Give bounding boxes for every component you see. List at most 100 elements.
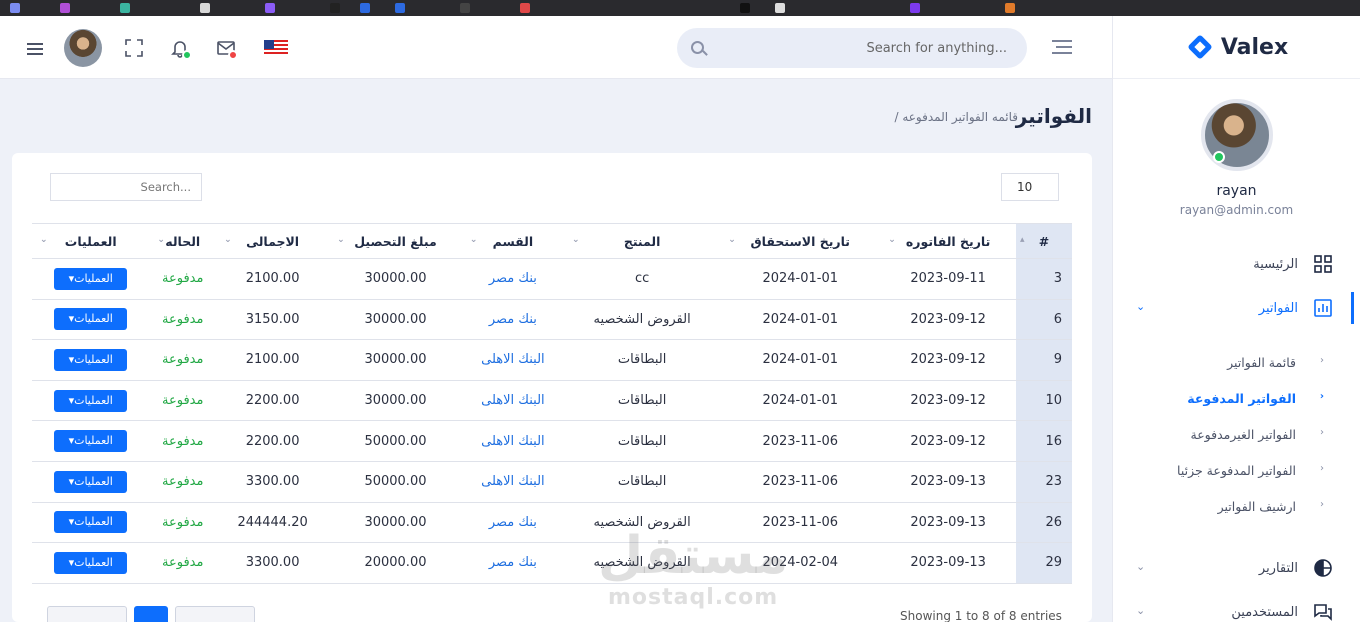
due-date: 2024-02-04 xyxy=(720,542,881,584)
sidebar-item-label: المستخدمين xyxy=(1231,604,1298,620)
user-avatar[interactable] xyxy=(1200,99,1273,171)
operations-dropdown-button[interactable]: العمليات▾ xyxy=(54,348,128,371)
operations-dropdown-button[interactable]: العمليات▾ xyxy=(54,470,128,493)
department-link[interactable]: بنك مصر xyxy=(461,258,564,300)
total-amount: 2100.00 xyxy=(216,339,330,381)
sidebar-subitem-invoice-archive[interactable]: › ارشيف الفواتير xyxy=(1112,488,1360,524)
chevron-down-icon: ⌄ xyxy=(1136,560,1146,573)
sidebar-item-users[interactable]: ⌄ المستخدمين xyxy=(1112,590,1360,622)
collection-amount: 30000.00 xyxy=(329,299,462,341)
operations-dropdown-button[interactable]: العمليات▾ xyxy=(54,511,128,534)
sort-icon: ⌄ xyxy=(337,235,345,245)
page-title: الفواتير xyxy=(1015,104,1092,128)
operations-dropdown-button[interactable]: العمليات▾ xyxy=(54,267,128,290)
column-header[interactable]: العمليات ⌄ xyxy=(32,223,150,259)
sidebar-subitem-invoice-list[interactable]: › قائمة الفواتير xyxy=(1112,344,1360,380)
operations-cell: العمليات▾ xyxy=(32,299,150,341)
invoices-table: # ▴ تاريخ الفاتوره ⌄ تاريخ الاستحقاق ⌄ المن… xyxy=(32,223,1072,584)
column-header[interactable]: القسم ⌄ xyxy=(461,223,564,259)
pagination-next[interactable] xyxy=(175,606,255,622)
chat-icon xyxy=(1314,604,1332,621)
due-date: 2024-01-01 xyxy=(720,258,881,300)
browser-bookmark-bar xyxy=(0,0,1360,16)
operations-dropdown-button[interactable]: العمليات▾ xyxy=(54,308,128,331)
department-link[interactable]: بنك مصر xyxy=(461,502,564,544)
invoice-date: 2023-09-12 xyxy=(880,339,1016,381)
logo[interactable]: Valex xyxy=(1113,16,1360,79)
subitem-label: الفواتير المدفوعة جزئيا xyxy=(1177,462,1296,478)
collection-amount: 20000.00 xyxy=(329,542,462,584)
sidebar-item-home[interactable]: الرئيسية xyxy=(1112,242,1360,286)
subitem-label: قائمة الفواتير xyxy=(1227,354,1296,370)
invoice-date: 2023-09-12 xyxy=(880,380,1016,422)
operations-dropdown-button[interactable]: العمليات▾ xyxy=(54,389,128,412)
sidebar-subitem-partial-invoices[interactable]: › الفواتير المدفوعة جزئيا xyxy=(1112,452,1360,488)
department-link[interactable]: بنك مصر xyxy=(461,542,564,584)
product: cc xyxy=(563,258,721,300)
status-badge: مدفوعة xyxy=(149,339,217,381)
sidebar-subitem-paid-invoices[interactable]: › الفواتير المدفوعة xyxy=(1112,380,1360,416)
column-header[interactable]: الاجمالى ⌄ xyxy=(216,223,330,259)
department-link[interactable]: بنك مصر xyxy=(461,299,564,341)
chart-icon xyxy=(1314,299,1332,317)
chevron-down-icon: ⌄ xyxy=(1136,604,1146,617)
invoice-date: 2023-09-12 xyxy=(880,299,1016,341)
invoice-date: 2023-09-13 xyxy=(880,542,1016,584)
flag-usa-icon[interactable] xyxy=(264,40,288,56)
collection-amount: 50000.00 xyxy=(329,461,462,503)
sidebar-item-invoices[interactable]: ⌄ الفواتير xyxy=(1112,286,1360,330)
entries-length-input[interactable] xyxy=(1001,173,1059,201)
due-date: 2024-01-01 xyxy=(720,339,881,381)
operations-dropdown-button[interactable]: العمليات▾ xyxy=(54,430,128,453)
chevron-right-icon: › xyxy=(1320,499,1324,510)
total-amount: 2200.00 xyxy=(216,380,330,422)
column-header[interactable]: # ▴ xyxy=(1016,223,1072,259)
global-search-input[interactable] xyxy=(717,28,1007,68)
top-header xyxy=(0,16,1112,79)
column-header[interactable]: مبلغ التحصيل ⌄ xyxy=(329,223,462,259)
menu-icon[interactable] xyxy=(27,43,43,55)
status-badge: مدفوعة xyxy=(149,542,217,584)
table-row: 26 2023-09-13 2023-11-06 القروض الشخصيه بنك … xyxy=(32,502,1072,544)
table-row: 16 2023-09-12 2023-11-06 البطاقات البنك الاه… xyxy=(32,420,1072,462)
table-search-input[interactable] xyxy=(50,173,202,201)
column-header[interactable]: الحاله ⌄ xyxy=(149,223,217,259)
sort-asc-icon: ▴ xyxy=(1020,235,1025,245)
breadcrumb[interactable]: / قائمه الفواتير المدفوعه xyxy=(894,110,1018,124)
operations-dropdown-button[interactable]: العمليات▾ xyxy=(54,551,128,574)
table-row: 23 2023-09-13 2023-11-06 البطاقات البنك الاه… xyxy=(32,461,1072,503)
sort-icon: ⌄ xyxy=(157,235,165,245)
table-info: Showing 1 to 8 of 8 entries xyxy=(900,609,1062,622)
operations-cell: العمليات▾ xyxy=(32,339,150,381)
department-link[interactable]: البنك الاهلى xyxy=(461,339,564,381)
operations-cell: العمليات▾ xyxy=(32,420,150,462)
total-amount: 3300.00 xyxy=(216,461,330,503)
department-link[interactable]: البنك الاهلى xyxy=(461,461,564,503)
chevron-right-icon: › xyxy=(1320,463,1324,474)
fullscreen-icon[interactable] xyxy=(124,38,144,58)
column-header[interactable]: المنتج ⌄ xyxy=(563,223,721,259)
department-link[interactable]: البنك الاهلى xyxy=(461,420,564,462)
column-header[interactable]: تاريخ الاستحقاق ⌄ xyxy=(720,223,881,259)
collection-amount: 30000.00 xyxy=(329,502,462,544)
column-header[interactable]: تاريخ الفاتوره ⌄ xyxy=(880,223,1016,259)
sidebar-item-reports[interactable]: ⌄ التقارير xyxy=(1112,546,1360,590)
invoices-card: #▴ تاريخ الفاتوره⌄ تاريخ الاستحقاق⌄ المن… xyxy=(12,153,1092,622)
table-row: 10 2023-09-12 2024-01-01 البطاقات البنك الاه… xyxy=(32,380,1072,422)
table-header-row: # ▴ تاريخ الفاتوره ⌄ تاريخ الاستحقاق ⌄ المن… xyxy=(32,223,1072,259)
search-icon[interactable] xyxy=(691,41,704,54)
logo-text: Valex xyxy=(1220,34,1289,60)
row-id: 26 xyxy=(1016,502,1072,544)
invoice-date: 2023-09-13 xyxy=(880,502,1016,544)
header-avatar[interactable] xyxy=(64,29,102,67)
department-link[interactable]: البنك الاهلى xyxy=(461,380,564,422)
notification-badge xyxy=(182,50,192,60)
mail-badge xyxy=(228,50,238,60)
sidebar-toggle-icon[interactable] xyxy=(1052,40,1072,54)
user-email: rayan@admin.com xyxy=(1179,203,1294,217)
sidebar-subitem-unpaid-invoices[interactable]: › الفواتير الغيرمدفوعة xyxy=(1112,416,1360,452)
sidebar-item-label: الرئيسية xyxy=(1253,256,1298,272)
row-id: 23 xyxy=(1016,461,1072,503)
pagination-page-1[interactable] xyxy=(134,606,168,622)
pagination-previous[interactable] xyxy=(47,606,127,622)
